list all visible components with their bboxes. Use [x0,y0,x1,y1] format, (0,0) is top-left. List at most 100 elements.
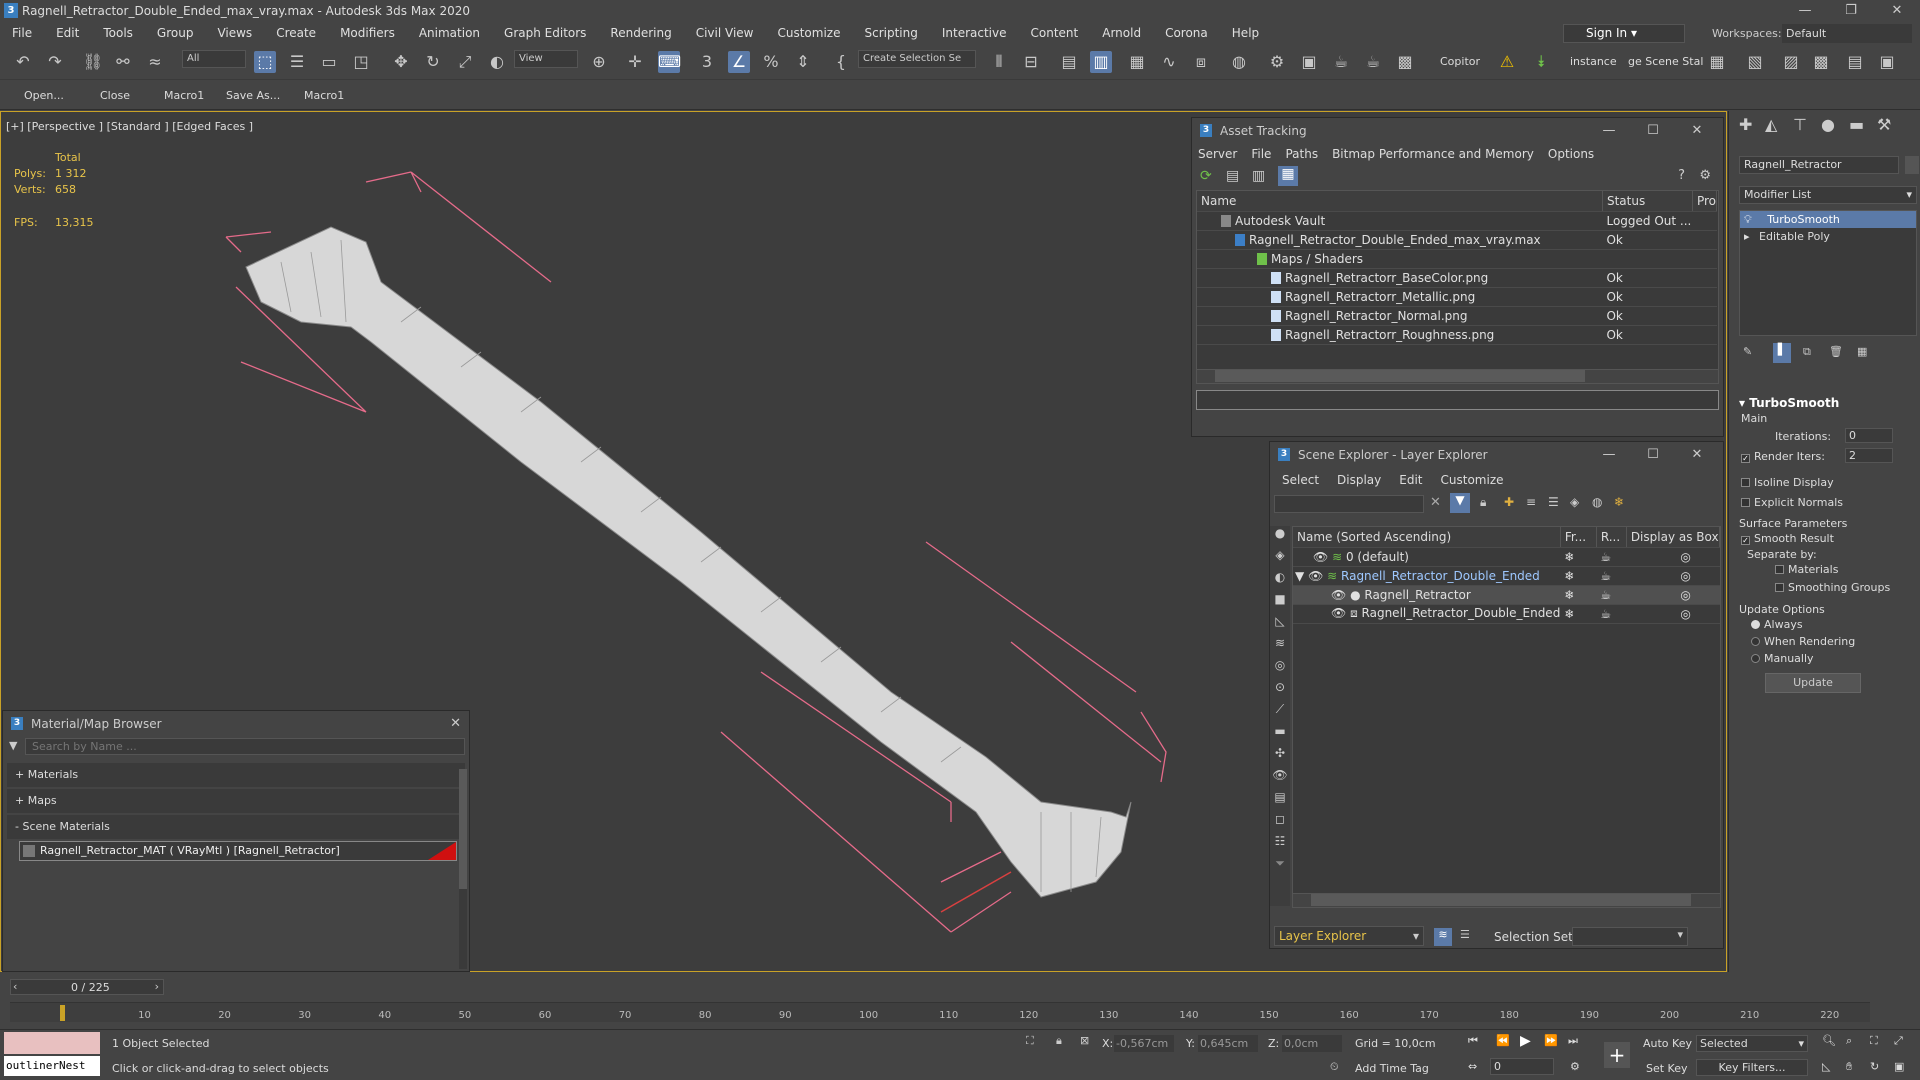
menu-file[interactable]: File [0,22,44,44]
y-coordinate-field[interactable]: 0,645cm [1198,1035,1258,1052]
time-tag-icon[interactable]: ⏲ [1330,1060,1339,1074]
render-iters-spinner[interactable]: 2 [1845,448,1893,463]
eye-icon[interactable]: 👁︎ [1308,569,1323,583]
iterations-spinner[interactable]: 0 [1845,428,1893,443]
menu-content[interactable]: Content [1019,22,1091,44]
schematic-view-icon[interactable]: ⧈ [1190,51,1212,73]
shapes-icon[interactable]: ◐ [1270,570,1290,592]
box-icon[interactable]: ◎ [1626,566,1720,586]
smooth-result-row[interactable]: ✓ Smooth Result [1735,530,1915,548]
layer-row[interactable]: 👁︎ ≋ 0 (default) ❄ ☕ ◎ [1293,547,1720,567]
time-slider[interactable]: ‹ 0 / 225 › [10,979,164,995]
at-menu-bitmap[interactable]: Bitmap Performance and Memory [1332,144,1534,164]
table-row[interactable]: Ragnell_Retractorr_BaseColor.png Ok [1197,268,1717,288]
scale-icon[interactable]: ⤢ [454,51,476,73]
menu-scripting[interactable]: Scripting [852,22,929,44]
set-key-button[interactable]: Set Key [1646,1062,1688,1075]
box-icon[interactable]: ◎ [1626,604,1720,624]
create-selection-set-dropdown[interactable]: Create Selection Se [858,50,976,68]
smoothing-groups-row[interactable]: Smoothing Groups [1735,579,1915,597]
macro-open[interactable]: Open... [24,89,64,102]
close-icon[interactable]: ✕ [1675,118,1719,144]
selection-filter-dropdown[interactable]: All [182,50,246,68]
explicit-normals-row[interactable]: Explicit Normals [1735,493,1915,513]
hide-layers-icon[interactable]: ◍ [1592,495,1602,509]
layer-row[interactable]: 👁︎ ● Ragnell_Retractor ❄ ☕ ◎ [1293,585,1720,605]
rendered-frame-icon[interactable]: ▣ [1298,51,1320,73]
col-display-as-box[interactable]: Display as Box [1626,527,1720,548]
render-iterative-icon[interactable]: ☕ [1362,51,1384,73]
close-icon[interactable]: ✕ [450,716,461,731]
smooth-result-checkbox[interactable]: ✓ [1741,536,1750,545]
auto-key-button[interactable]: Auto Key [1643,1037,1692,1050]
chevron-down-icon[interactable]: ⯯ [1530,51,1552,73]
motion-tab-icon[interactable]: ● [1821,115,1835,134]
render-iters-checkbox[interactable]: ✓ [1741,454,1750,463]
freeze-icon[interactable]: ❄ [1560,566,1597,586]
table-row[interactable]: Autodesk Vault Logged Out ... [1197,211,1717,231]
horizontal-scrollbar[interactable] [1197,369,1718,383]
edit-named-sel-icon[interactable]: { [830,51,852,73]
fullscreen-icon[interactable]: ▣ [1876,51,1898,73]
always-radio[interactable] [1751,620,1760,629]
selection-lock-icon[interactable]: 🔒︎ [1056,1034,1062,1048]
link-icon[interactable]: ⛓ [82,51,104,73]
next-key-icon[interactable]: ⏩ [1544,1034,1558,1047]
col-status[interactable]: Status [1602,191,1693,212]
play-icon[interactable]: ▶ [1520,1033,1531,1049]
stack-item-editable-poly[interactable]: ▸ Editable Poly [1740,228,1916,245]
bind-space-warp-icon[interactable]: ≈ [144,51,166,73]
table-row[interactable]: Ragnell_Retractor_Normal.png Ok [1197,306,1717,326]
close-icon[interactable]: ✕ [1874,0,1920,22]
bones-icon[interactable]: ⟋ [1270,702,1290,724]
menu-rendering[interactable]: Rendering [598,22,683,44]
pan-icon[interactable]: ✋︎ [1846,1060,1852,1074]
isoline-row[interactable]: Isoline Display [1735,473,1915,493]
object-name-field[interactable]: Ragnell_Retractor [1739,156,1899,174]
col-name[interactable]: Name [1197,191,1603,212]
macro-close[interactable]: Close [100,89,130,102]
box-icon[interactable]: ◎ [1626,585,1720,605]
cameras-icon[interactable]: ◺ [1270,614,1290,636]
move-icon[interactable]: ✥ [390,51,412,73]
current-frame-field[interactable]: 0 [1490,1058,1554,1075]
help-icon[interactable]: ? [1678,168,1685,183]
funnel-icon[interactable]: ⏷ [1270,856,1290,878]
display-all-icon[interactable]: ● [1270,526,1290,548]
instance-button[interactable]: instance [1570,55,1617,68]
groups-icon[interactable]: ⊙ [1270,680,1290,702]
lock-icon[interactable]: 🔒︎ [1480,495,1486,510]
eye-icon[interactable]: 👁︎ [1331,588,1346,602]
materials-row[interactable]: Materials [1735,561,1915,579]
maps-group[interactable]: + Maps [7,789,465,813]
freeze-icon[interactable]: ❄ [1560,585,1597,605]
grid-view-icon[interactable]: ▦ [1278,166,1298,186]
visibility-icon[interactable]: 👁︎ [1270,768,1290,790]
make-unique-icon[interactable]: ⧉ [1803,345,1811,359]
scene-material-item[interactable]: Ragnell_Retractor_MAT ( VRayMtl ) [Ragne… [19,841,457,861]
prev-frame-icon[interactable]: ‹ [13,980,17,993]
table-row[interactable]: Maps / Shaders [1197,249,1717,269]
key-selection-dropdown[interactable]: Selected ▾ [1696,1035,1808,1052]
table-row[interactable]: Ragnell_Retractor_Double_Ended_max_vray.… [1197,230,1717,250]
xrefs-icon[interactable]: ▬ [1270,724,1290,746]
manually-row[interactable]: Manually [1735,650,1915,667]
se-menu-select[interactable]: Select [1282,468,1319,492]
angle-snap-icon[interactable]: ∠ [728,51,750,73]
align-icon[interactable]: ⊟ [1020,51,1042,73]
add-time-tag-button[interactable]: Add Time Tag [1355,1062,1429,1075]
layer-row[interactable]: ▼ 👁︎ ≋ Ragnell_Retractor_Double_Ended ❄ ☕ ◎ [1293,566,1720,586]
select-manipulate-icon[interactable]: ✛ [624,51,646,73]
space-warps-icon[interactable]: ◎ [1270,658,1290,680]
hierarchy-icon[interactable]: ☰ [1460,928,1470,941]
next-frame-icon[interactable]: › [155,980,159,993]
isoline-checkbox[interactable] [1741,478,1750,487]
menu-graph-editors[interactable]: Graph Editors [492,22,598,44]
col-pro[interactable]: Pro [1692,191,1718,212]
layers-icon[interactable]: ≋ [1434,928,1452,946]
render-icon[interactable]: ☕ [1596,547,1627,567]
find-input[interactable] [1274,495,1424,513]
explicit-normals-checkbox[interactable] [1741,498,1750,507]
table-row[interactable]: Ragnell_Retractorr_Metallic.png Ok [1197,287,1717,307]
workspaces-dropdown[interactable]: Default [1782,24,1912,43]
